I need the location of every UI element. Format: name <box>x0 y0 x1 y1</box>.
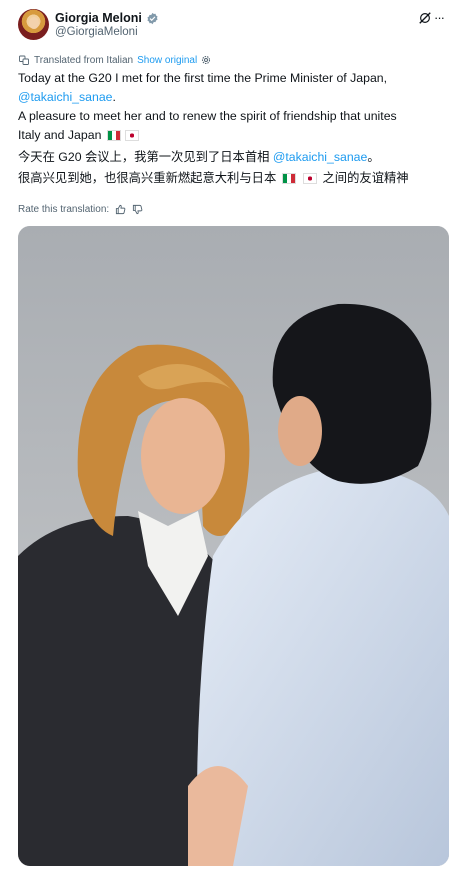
avatar[interactable] <box>18 9 49 40</box>
zh-line-1-prefix: 今天在 G20 会议上，我第一次见到了日本首相 <box>18 150 273 164</box>
zh-mention-link[interactable]: @takaichi_sanae <box>273 150 368 164</box>
verified-badge-icon <box>147 12 158 24</box>
tweet-line-flags: Italy and Japan <box>18 126 448 145</box>
display-name[interactable]: Giorgia Meloni <box>55 11 142 25</box>
zh-line-1: 今天在 G20 会议上，我第一次见到了日本首相 @takaichi_sanae。 <box>18 147 448 168</box>
translation-notice: Translated from Italian Show original <box>18 53 216 67</box>
face <box>141 398 225 514</box>
grok-icon[interactable] <box>418 11 432 25</box>
tweet-text-chinese: 今天在 G20 会议上，我第一次见到了日本首相 @takaichi_sanae。… <box>18 147 448 189</box>
zh-line-2: 很高兴见到她，也很高兴重新燃起意大利与日本 之间的友谊精神 <box>18 168 448 189</box>
mention-link[interactable]: @takaichi_sanae <box>18 90 113 104</box>
tweet-header: Giorgia Meloni @GiorgiaMeloni ··· <box>18 8 446 42</box>
japan-flag-icon <box>124 130 139 141</box>
tweet-line: Today at the G20 I met for the first tim… <box>18 71 388 85</box>
ear-cheek <box>278 396 322 466</box>
zh-line-2-suffix: 之间的友谊精神 <box>319 171 409 185</box>
tweet-photo[interactable] <box>18 226 449 866</box>
photo-illustration <box>18 226 449 866</box>
translate-icon <box>19 55 29 65</box>
gear-icon[interactable] <box>200 54 212 66</box>
italy-flag-icon <box>106 130 121 141</box>
name-row: Giorgia Meloni <box>55 10 159 26</box>
tweet-line: A pleasure to meet her and to renew the … <box>18 109 397 123</box>
mention-suffix: . <box>112 90 116 104</box>
user-handle[interactable]: @GiorgiaMeloni <box>55 26 138 38</box>
thumbs-up-icon[interactable] <box>115 204 126 215</box>
tweet-line: Italy and Japan <box>18 128 102 142</box>
italy-flag-icon <box>281 173 296 184</box>
thumbs-down-icon[interactable] <box>132 204 143 215</box>
japan-flag-icon <box>303 173 318 184</box>
zh-line-2-prefix: 很高兴见到她，也很高兴重新燃起意大利与日本 <box>18 171 277 185</box>
rate-label: Rate this translation: <box>18 203 110 215</box>
more-icon[interactable]: ··· <box>434 11 446 25</box>
avatar-face <box>29 17 39 29</box>
tweet-mention-line: @takaichi_sanae. <box>18 88 448 107</box>
zh-line-1-suffix: 。 <box>367 150 380 164</box>
translated-label: Translated from Italian <box>34 54 134 66</box>
show-original-link[interactable]: Show original <box>137 55 197 66</box>
tweet-text: Today at the G20 I met for the first tim… <box>18 69 448 145</box>
rate-translation: Rate this translation: <box>18 202 143 216</box>
